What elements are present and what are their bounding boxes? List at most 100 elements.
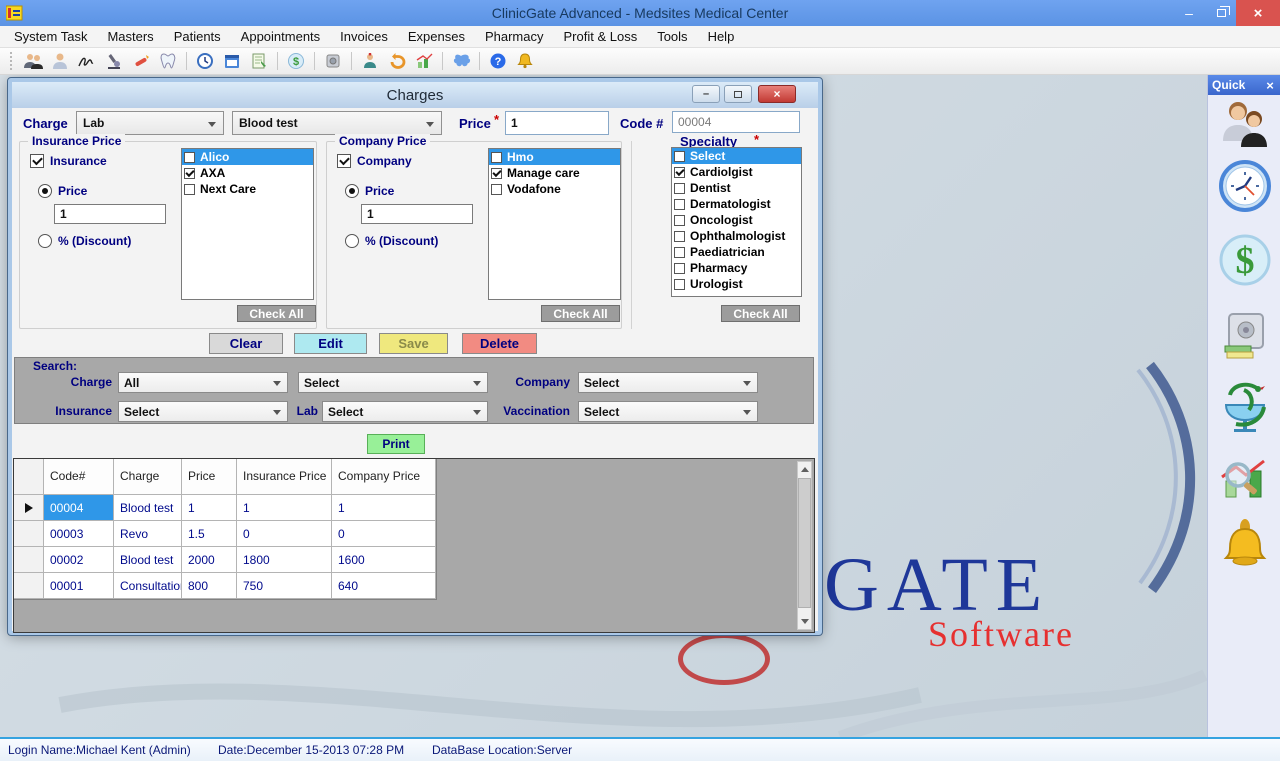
specialty-list-item[interactable]: Paediatrician	[672, 244, 801, 260]
specialty-item-checkbox[interactable]	[674, 151, 685, 162]
cell-company-price[interactable]: 640	[332, 573, 436, 599]
search-company-select[interactable]: Select	[578, 372, 758, 393]
quick-panel-close-button[interactable]: ×	[1262, 77, 1278, 93]
cell-company-price[interactable]: 1	[332, 495, 436, 521]
clear-button[interactable]: Clear	[209, 333, 283, 354]
price-input[interactable]	[505, 111, 609, 135]
company-item-checkbox[interactable]	[491, 168, 502, 179]
save-button[interactable]: Save	[379, 333, 448, 354]
insurance-item-checkbox[interactable]	[184, 152, 195, 163]
cell-company-price[interactable]: 0	[332, 521, 436, 547]
company-price-radio[interactable]	[345, 184, 359, 198]
restore-button[interactable]	[1206, 0, 1236, 26]
charge-category-select[interactable]: Lab	[76, 111, 224, 135]
microscope-icon[interactable]	[102, 50, 126, 72]
menu-system-task[interactable]: System Task	[4, 26, 97, 48]
row-selector-cell[interactable]	[14, 547, 44, 573]
dental-icon[interactable]	[156, 50, 180, 72]
table-row[interactable]: 00001 Consultation 800 750 640	[14, 573, 436, 599]
print-button[interactable]: Print	[367, 434, 425, 454]
dialog-minimize-button[interactable]: –	[692, 85, 720, 103]
specialty-list-item[interactable]: Dermatologist	[672, 196, 801, 212]
specialty-item-checkbox[interactable]	[674, 167, 685, 178]
cell-insurance-price[interactable]: 1800	[237, 547, 332, 573]
search-insurance-select[interactable]: Select	[118, 401, 288, 422]
specialty-item-checkbox[interactable]	[674, 199, 685, 210]
close-button[interactable]: ×	[1236, 0, 1280, 26]
minimize-button[interactable]: –	[1174, 0, 1204, 26]
menu-tools[interactable]: Tools	[647, 26, 697, 48]
menu-pharmacy[interactable]: Pharmacy	[475, 26, 554, 48]
marker-icon[interactable]	[129, 50, 153, 72]
cell-charge[interactable]: Blood test	[114, 495, 182, 521]
cell-charge[interactable]: Revo	[114, 521, 182, 547]
grid-vertical-scrollbar[interactable]	[797, 461, 812, 630]
cell-price[interactable]: 1	[182, 495, 237, 521]
patients-quick-icon[interactable]	[1218, 95, 1272, 151]
edit-button[interactable]: Edit	[294, 333, 367, 354]
insurance-discount-radio[interactable]	[38, 234, 52, 248]
specialty-list-item[interactable]: Dentist	[672, 180, 801, 196]
help-icon[interactable]: ?	[486, 50, 510, 72]
column-header-charge[interactable]: Charge	[114, 459, 182, 495]
specialty-list-item[interactable]: Oncologist	[672, 212, 801, 228]
menu-appointments[interactable]: Appointments	[231, 26, 331, 48]
company-list-item[interactable]: Hmo	[489, 149, 620, 165]
table-row[interactable]: 00004 Blood test 1 1 1	[14, 495, 436, 521]
cash-safe-quick-icon[interactable]	[1218, 308, 1272, 364]
patient-icon[interactable]	[48, 50, 72, 72]
appointments-quick-icon[interactable]	[1218, 158, 1272, 214]
charge-item-select[interactable]: Blood test	[232, 111, 442, 135]
cell-price[interactable]: 2000	[182, 547, 237, 573]
insurance-item-checkbox[interactable]	[184, 168, 195, 179]
cell-charge[interactable]: Blood test	[114, 547, 182, 573]
specialty-list-item[interactable]: Urologist	[672, 276, 801, 292]
calendar-icon[interactable]	[220, 50, 244, 72]
company-check-all-button[interactable]: Check All	[541, 305, 620, 322]
cell-insurance-price[interactable]: 750	[237, 573, 332, 599]
specialty-item-checkbox[interactable]	[674, 263, 685, 274]
search-charge-item-select[interactable]: Select	[298, 372, 488, 393]
insurance-check-all-button[interactable]: Check All	[237, 305, 316, 322]
specialty-list-item[interactable]: Pharmacy	[672, 260, 801, 276]
row-selector-cell[interactable]	[14, 521, 44, 547]
cell-insurance-price[interactable]: 0	[237, 521, 332, 547]
specialty-item-checkbox[interactable]	[674, 215, 685, 226]
undo-icon[interactable]	[385, 50, 409, 72]
specialty-list-item[interactable]: Cardiolgist	[672, 164, 801, 180]
menu-expenses[interactable]: Expenses	[398, 26, 475, 48]
menu-masters[interactable]: Masters	[97, 26, 163, 48]
pharmacist-icon[interactable]	[358, 50, 382, 72]
company-price-input[interactable]	[361, 204, 473, 224]
patients-group-icon[interactable]	[21, 50, 45, 72]
clock-icon[interactable]	[193, 50, 217, 72]
company-discount-radio[interactable]	[345, 234, 359, 248]
pharmacy-quick-icon[interactable]	[1218, 382, 1272, 438]
insurance-item-checkbox[interactable]	[184, 184, 195, 195]
table-row[interactable]: 00002 Blood test 2000 1800 1600	[14, 547, 436, 573]
invoice-icon[interactable]	[247, 50, 271, 72]
company-item-checkbox[interactable]	[491, 152, 502, 163]
company-checkbox[interactable]	[337, 154, 351, 168]
insurance-price-input[interactable]	[54, 204, 166, 224]
cell-charge[interactable]: Consultation	[114, 573, 182, 599]
cell-code[interactable]: 00001	[44, 573, 114, 599]
cell-code[interactable]: 00002	[44, 547, 114, 573]
delete-button[interactable]: Delete	[462, 333, 537, 354]
menu-invoices[interactable]: Invoices	[330, 26, 398, 48]
money-icon[interactable]: $	[284, 50, 308, 72]
search-lab-select[interactable]: Select	[322, 401, 488, 422]
menu-profit-loss[interactable]: Profit & Loss	[554, 26, 648, 48]
dialog-close-button[interactable]: ×	[758, 85, 796, 103]
company-list-item[interactable]: Vodafone	[489, 181, 620, 197]
cell-code[interactable]: 00003	[44, 521, 114, 547]
company-list-item[interactable]: Manage care	[489, 165, 620, 181]
cell-price[interactable]: 1.5	[182, 521, 237, 547]
specialty-item-checkbox[interactable]	[674, 183, 685, 194]
scroll-up-button[interactable]	[798, 462, 811, 477]
insurance-checkbox[interactable]	[30, 154, 44, 168]
specialty-item-checkbox[interactable]	[674, 247, 685, 258]
notification-icon[interactable]	[449, 50, 473, 72]
insurance-price-radio[interactable]	[38, 184, 52, 198]
table-row[interactable]: 00003 Revo 1.5 0 0	[14, 521, 436, 547]
